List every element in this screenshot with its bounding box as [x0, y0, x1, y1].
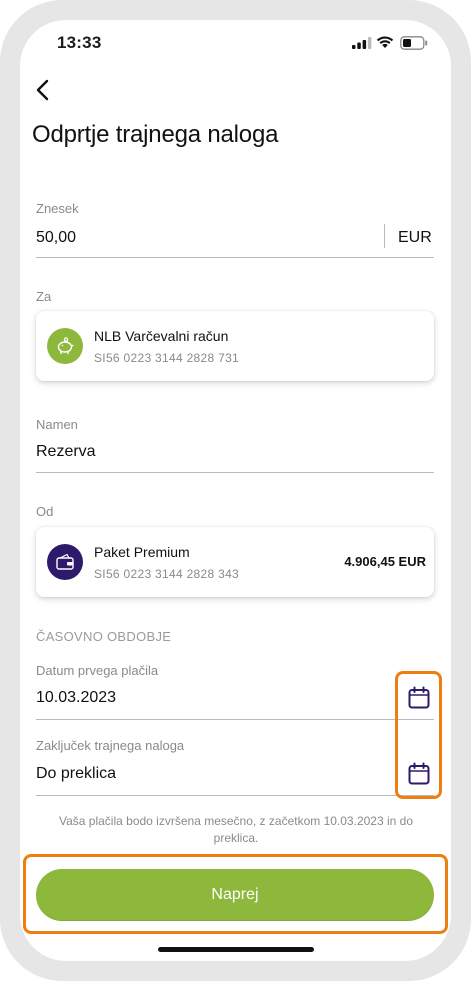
wallet-icon: [47, 544, 83, 580]
home-indicator: [158, 947, 314, 952]
piggy-bank-icon: [47, 328, 83, 364]
amount-underline: [36, 257, 434, 258]
from-account-name: Paket Premium: [94, 544, 190, 560]
purpose-label: Namen: [36, 417, 78, 432]
currency-label: EUR: [398, 229, 432, 246]
to-account-iban: SI56 0223 3144 2828 731: [94, 351, 240, 365]
back-arrow-icon[interactable]: [30, 76, 58, 104]
battery-icon: [400, 36, 428, 50]
amount-divider: [384, 224, 385, 248]
to-account-name: NLB Varčevalni račun: [94, 328, 229, 344]
period-section-title: ČASOVNO OBDOBJE: [36, 629, 172, 644]
status-time: 13:33: [57, 33, 102, 52]
purpose-input[interactable]: Rezerva: [36, 443, 96, 461]
from-account-balance: 4.906,45 EUR: [344, 554, 426, 569]
first-payment-date-input[interactable]: 10.03.2023: [36, 689, 116, 707]
page-title: Odprtje trajnega naloga: [32, 121, 279, 148]
to-label: Za: [36, 289, 52, 304]
schedule-note: Vaša plačila bodo izvršena mesečno, z za…: [59, 814, 413, 845]
phone-screen: 13:33 Odprtje trajnega naloga Znesek 50,…: [20, 20, 451, 961]
end-order-input[interactable]: Do preklica: [36, 765, 116, 783]
end-order-underline: [36, 795, 434, 796]
end-order-label: Zaključek trajnega naloga: [36, 738, 185, 753]
wifi-icon: [376, 36, 394, 48]
from-account-card[interactable]: Paket Premium SI56 0223 3144 2828 343 4.…: [36, 527, 434, 597]
device-frame: 13:33 Odprtje trajnega naloga Znesek 50,…: [0, 0, 471, 981]
first-payment-label: Datum prvega plačila: [36, 663, 159, 678]
from-account-iban: SI56 0223 3144 2828 343: [94, 567, 240, 581]
amount-input[interactable]: 50,00: [36, 229, 76, 247]
to-account-card[interactable]: NLB Varčevalni račun SI56 0223 3144 2828…: [36, 311, 434, 381]
status-bar: 13:33: [20, 20, 451, 66]
next-button-highlight-box: [23, 854, 448, 934]
purpose-underline: [36, 472, 434, 473]
first-payment-underline: [36, 719, 434, 720]
amount-label: Znesek: [36, 201, 79, 216]
calendar-highlight-box: [395, 671, 442, 799]
from-label: Od: [36, 504, 54, 519]
signal-icon: [352, 37, 372, 49]
